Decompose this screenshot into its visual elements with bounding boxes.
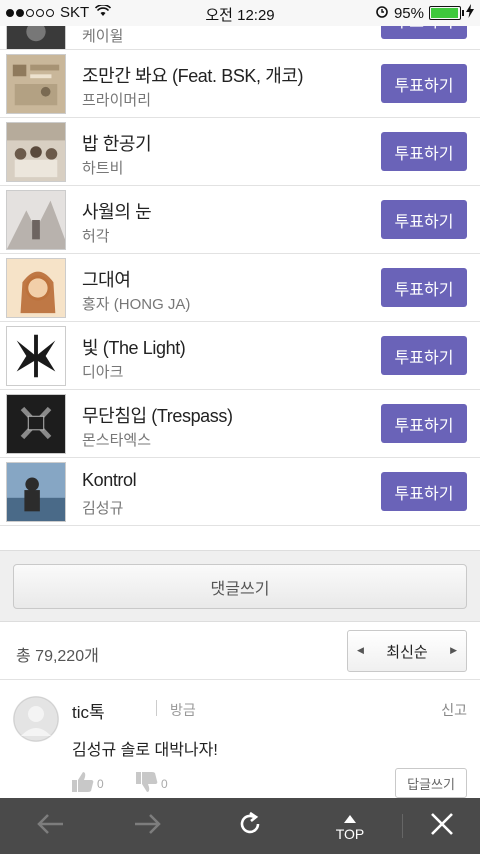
song-artist: 허각	[82, 228, 110, 245]
song-row: 밥 한공기 하트비 투표하기	[0, 118, 480, 186]
song-artist: 하트비	[82, 160, 124, 177]
song-title: 빛 (The Light)	[82, 338, 186, 358]
dislike-button[interactable]: 0	[136, 772, 168, 795]
album-cover	[6, 258, 66, 318]
vote-button[interactable]: 투표하기	[381, 26, 467, 39]
song-row: 빛 (The Light) 디아크 투표하기	[0, 322, 480, 390]
sort-prev-icon[interactable]: ◀	[357, 645, 364, 656]
toolbar-divider	[402, 814, 403, 838]
song-row: 사월의 눈 허각 투표하기	[0, 186, 480, 254]
album-cover	[6, 122, 66, 182]
vote-button[interactable]: 투표하기	[381, 132, 467, 171]
back-button[interactable]	[20, 798, 80, 854]
vote-button[interactable]: 투표하기	[381, 336, 467, 375]
song-row: Kontrol 김성규 투표하기	[0, 458, 480, 526]
vote-button[interactable]: 투표하기	[381, 268, 467, 307]
song-title: 그대여	[82, 270, 131, 290]
battery-icon	[429, 6, 464, 20]
scroll-top-button[interactable]: TOP	[322, 798, 378, 854]
close-button[interactable]	[414, 798, 470, 854]
song-artist: 김성규	[82, 500, 124, 517]
charging-icon	[466, 4, 474, 22]
like-count: 0	[97, 776, 104, 791]
top-label: TOP	[335, 826, 365, 842]
comment-item: tic톡 방금 신고 김성규 솔로 대박나자! 0 0 답글쓰기	[0, 680, 480, 800]
sort-next-icon[interactable]: ▶	[450, 645, 457, 656]
song-artist: 디아크	[82, 364, 124, 381]
song-list: 케이윌 투표하기 조만간 봐요 (Feat. BSK, 개코) 프라이머리 투표…	[0, 26, 480, 526]
close-icon	[430, 812, 454, 841]
album-cover	[6, 26, 66, 49]
comment-total-count: 총 79,220개	[16, 648, 99, 665]
like-button[interactable]: 0	[72, 772, 104, 795]
battery-percent: 95%	[393, 4, 424, 22]
song-title: 밥 한공기	[82, 134, 152, 154]
alarm-icon	[375, 4, 389, 22]
song-artist: 홍자 (HONG JA)	[82, 296, 191, 313]
reload-icon	[236, 810, 264, 843]
top-arrow-icon	[344, 810, 356, 826]
album-cover	[6, 190, 66, 250]
write-comment-button[interactable]: 댓글쓰기	[13, 564, 467, 609]
avatar	[13, 696, 59, 742]
thumbs-down-icon	[136, 772, 158, 795]
browser-toolbar: TOP	[0, 798, 480, 854]
vote-button[interactable]: 투표하기	[381, 64, 467, 103]
song-title: Kontrol	[82, 470, 137, 490]
comment-time: 방금	[170, 702, 196, 718]
report-link[interactable]: 신고	[441, 700, 467, 720]
song-title: 조만간 봐요 (Feat. BSK, 개코)	[82, 66, 304, 86]
song-row: 그대여 홍자 (HONG JA) 투표하기	[0, 254, 480, 322]
sort-label: 최신순	[386, 643, 428, 661]
forward-button[interactable]	[118, 798, 178, 854]
vote-button[interactable]: 투표하기	[381, 200, 467, 239]
song-row: 조만간 봐요 (Feat. BSK, 개코) 프라이머리 투표하기	[0, 50, 480, 118]
sort-selector[interactable]: ◀ 최신순 ▶	[347, 630, 467, 672]
song-row: 케이윌 투표하기	[0, 26, 480, 50]
back-arrow-icon	[35, 812, 65, 841]
song-artist: 케이윌	[82, 28, 124, 45]
album-cover	[6, 462, 66, 522]
album-cover	[6, 394, 66, 454]
song-title: 무단침입 (Trespass)	[82, 406, 233, 426]
song-title: 사월의 눈	[82, 202, 152, 222]
vote-button[interactable]: 투표하기	[381, 404, 467, 443]
comment-text: 김성규 솔로 대박나자!	[72, 742, 218, 759]
dislike-count: 0	[161, 776, 168, 791]
song-artist: 몬스타엑스	[82, 432, 152, 449]
reply-button[interactable]: 답글쓰기	[395, 768, 467, 798]
vote-button[interactable]: 투표하기	[381, 472, 467, 511]
forward-arrow-icon	[133, 812, 163, 841]
divider	[156, 700, 157, 716]
album-cover	[6, 54, 66, 114]
thumbs-up-icon	[72, 772, 94, 795]
comment-count-bar: 총 79,220개 ◀ 최신순 ▶	[0, 622, 480, 680]
comment-author[interactable]: tic톡	[72, 698, 105, 723]
status-bar: SKT 오전 12:29 95%	[0, 0, 480, 26]
song-row: 무단침입 (Trespass) 몬스타엑스 투표하기	[0, 390, 480, 458]
comment-write-area: 댓글쓰기	[0, 550, 480, 622]
reload-button[interactable]	[222, 798, 278, 854]
album-cover	[6, 326, 66, 386]
song-artist: 프라이머리	[82, 92, 152, 109]
